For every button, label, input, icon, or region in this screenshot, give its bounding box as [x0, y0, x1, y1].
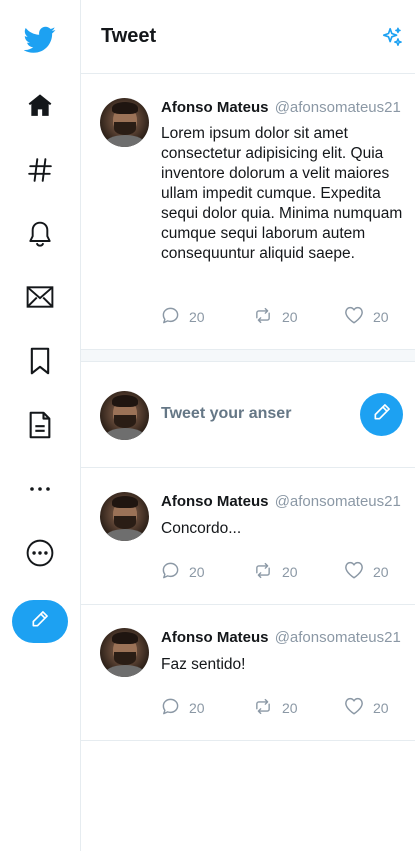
- pencil-icon: [30, 609, 50, 634]
- send-reply-button[interactable]: [360, 393, 403, 436]
- document-icon[interactable]: [24, 409, 56, 441]
- home-icon[interactable]: [24, 89, 56, 121]
- reply-button[interactable]: 20: [161, 306, 205, 328]
- author-handle[interactable]: @afonsomateus21: [275, 493, 401, 510]
- bookmark-icon[interactable]: [24, 345, 56, 377]
- heart-icon: [344, 561, 373, 582]
- sidebar: [0, 0, 81, 851]
- reply-composer: [81, 362, 415, 468]
- tweet-text: Concordo...: [161, 520, 242, 537]
- tweet-text: Lorem ipsum dolor sit amet consectetur a…: [161, 125, 403, 262]
- comment-icon: [161, 561, 189, 583]
- reply-count: 20: [189, 309, 205, 325]
- pencil-icon: [372, 402, 392, 427]
- avatar[interactable]: [100, 98, 149, 147]
- like-button[interactable]: 20: [344, 697, 389, 718]
- retweet-count: 20: [282, 700, 298, 716]
- retweet-icon: [253, 561, 282, 583]
- retweet-button[interactable]: 20: [253, 306, 298, 328]
- heart-icon: [344, 306, 373, 327]
- like-count: 20: [373, 699, 389, 716]
- author-name[interactable]: Afonso Mateus: [161, 629, 269, 646]
- sparkle-icon[interactable]: [381, 26, 403, 48]
- retweet-count: 20: [282, 564, 298, 580]
- author-name[interactable]: Afonso Mateus: [161, 493, 269, 510]
- reply-button[interactable]: 20: [161, 697, 205, 719]
- main-column: Tweet Afonso Mateus @afonsomateus21 Lore…: [81, 0, 415, 851]
- tweet-author: Afonso Mateus @afonsomateus21: [161, 493, 401, 510]
- author-handle[interactable]: @afonsomateus21: [275, 629, 401, 646]
- page-title: Tweet: [101, 25, 157, 47]
- author-name[interactable]: Afonso Mateus: [161, 99, 269, 116]
- mail-icon[interactable]: [24, 281, 56, 313]
- ellipsis-icon[interactable]: [24, 473, 56, 505]
- bell-icon[interactable]: [24, 218, 56, 250]
- avatar[interactable]: [100, 391, 149, 440]
- comment-icon: [161, 697, 189, 719]
- avatar[interactable]: [100, 492, 149, 541]
- tweet-author: Afonso Mateus @afonsomateus21: [161, 629, 401, 646]
- section-divider: [81, 350, 415, 362]
- hashtag-icon[interactable]: [24, 154, 56, 186]
- retweet-button[interactable]: 20: [253, 697, 298, 719]
- like-count: 20: [373, 563, 389, 580]
- comment-icon: [161, 306, 189, 328]
- retweet-icon: [253, 306, 282, 328]
- retweet-button[interactable]: 20: [253, 561, 298, 583]
- author-handle[interactable]: @afonsomateus21: [275, 99, 401, 116]
- reply-button[interactable]: 20: [161, 561, 205, 583]
- reply-input[interactable]: [161, 405, 351, 423]
- header: Tweet: [81, 0, 415, 74]
- main-tweet[interactable]: Afonso Mateus @afonsomateus21 Lorem ipsu…: [81, 74, 415, 350]
- heart-icon: [344, 697, 373, 718]
- tweet-author: Afonso Mateus @afonsomateus21: [161, 99, 401, 116]
- reply-count: 20: [189, 700, 205, 716]
- more-circle-icon[interactable]: [24, 537, 56, 569]
- tweet-text: Faz sentido!: [161, 656, 246, 673]
- like-button[interactable]: 20: [344, 306, 389, 327]
- twitter-bird-icon[interactable]: [24, 24, 56, 56]
- reply-tweet[interactable]: Afonso Mateus @afonsomateus21 Concordo..…: [81, 468, 415, 605]
- avatar[interactable]: [100, 628, 149, 677]
- like-button[interactable]: 20: [344, 561, 389, 582]
- like-count: 20: [373, 308, 389, 325]
- reply-tweet[interactable]: Afonso Mateus @afonsomateus21 Faz sentid…: [81, 605, 415, 741]
- compose-tweet-button[interactable]: [12, 600, 68, 643]
- retweet-icon: [253, 697, 282, 719]
- reply-count: 20: [189, 564, 205, 580]
- retweet-count: 20: [282, 309, 298, 325]
